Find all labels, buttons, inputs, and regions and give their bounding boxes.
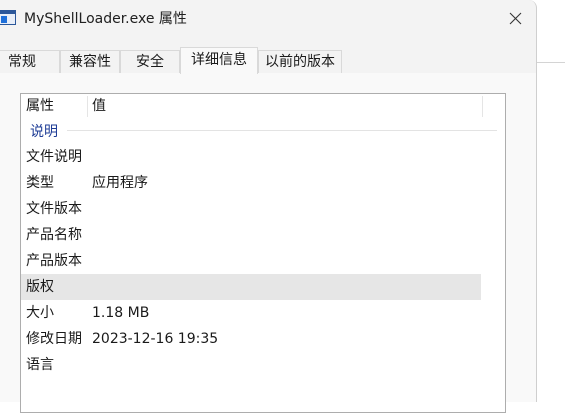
details-list[interactable]: 属性 值 说明 文件说明 类型 应用程序 文件版本 产品名称 产品版本 版权 大…	[20, 93, 506, 413]
window-title: MyShellLoader.exe 属性	[24, 11, 187, 27]
tab-compatibility[interactable]: 兼容性	[60, 50, 120, 73]
property-name: 语言	[26, 357, 54, 373]
list-item-copyright[interactable]: 版权	[21, 274, 481, 300]
property-name: 文件说明	[26, 149, 82, 165]
properties-dialog: MyShellLoader.exe 属性 常规 兼容性 安全 详细信息 以前的版…	[0, 0, 537, 413]
property-name: 类型	[26, 175, 54, 191]
group-header-description: 说明	[21, 119, 505, 141]
title-bar[interactable]: MyShellLoader.exe 属性	[0, 0, 536, 36]
background-divider	[537, 62, 565, 63]
list-item-type[interactable]: 类型 应用程序	[21, 170, 481, 196]
property-name: 产品名称	[26, 227, 82, 243]
group-divider	[67, 130, 497, 131]
column-header-value[interactable]: 值	[92, 94, 482, 119]
list-item-language[interactable]: 语言	[21, 352, 481, 378]
close-button[interactable]	[500, 4, 530, 32]
list-item-date-modified[interactable]: 修改日期 2023-12-16 19:35	[21, 326, 481, 352]
tab-previous-versions[interactable]: 以前的版本	[258, 50, 342, 73]
list-item-product-version[interactable]: 产品版本	[21, 248, 481, 274]
property-name: 修改日期	[26, 331, 82, 347]
property-value: 应用程序	[92, 175, 148, 191]
column-divider[interactable]	[482, 96, 483, 117]
column-header-property[interactable]: 属性	[26, 94, 86, 119]
list-item-file-description[interactable]: 文件说明	[21, 144, 481, 170]
list-item-size[interactable]: 大小 1.18 MB	[21, 300, 481, 326]
property-value: 2023-12-16 19:35	[92, 331, 219, 347]
property-name: 文件版本	[26, 201, 82, 217]
group-label: 说明	[30, 124, 58, 140]
list-header: 属性 值	[21, 94, 505, 119]
app-window-icon	[0, 10, 16, 25]
column-divider[interactable]	[87, 96, 88, 117]
property-name: 产品版本	[26, 253, 82, 269]
tab-general[interactable]: 常规	[0, 50, 60, 73]
details-panel: 属性 值 说明 文件说明 类型 应用程序 文件版本 产品名称 产品版本 版权 大…	[0, 73, 536, 413]
tab-security[interactable]: 安全	[120, 50, 180, 73]
property-name: 大小	[26, 305, 54, 321]
list-item-file-version[interactable]: 文件版本	[21, 196, 481, 222]
property-name: 版权	[26, 279, 54, 295]
close-icon	[509, 12, 521, 24]
tab-details[interactable]: 详细信息	[180, 47, 258, 74]
tab-strip: 常规 兼容性 安全 详细信息 以前的版本	[0, 47, 536, 74]
property-value: 1.18 MB	[92, 305, 150, 321]
list-item-product-name[interactable]: 产品名称	[21, 222, 481, 248]
